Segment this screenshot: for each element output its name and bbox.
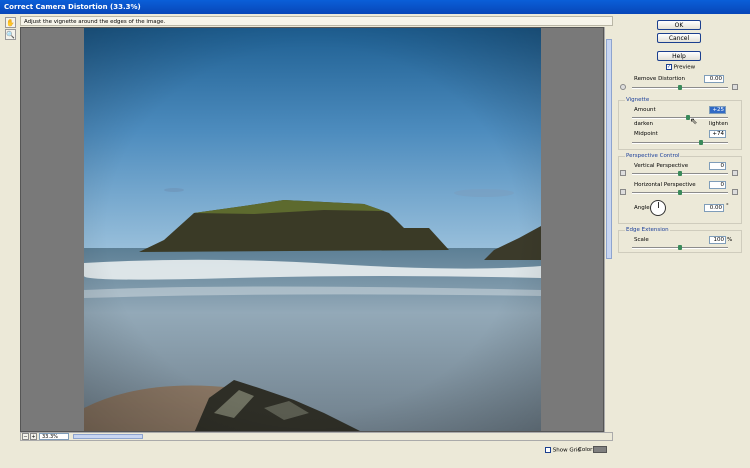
pincushion-icon: [620, 84, 626, 90]
horizontal-perspective-knob[interactable]: [678, 190, 682, 195]
grid-color-label: Color:: [578, 447, 595, 453]
scale-unit: %: [727, 237, 733, 243]
horizontal-perspective-left-icon: [620, 189, 626, 195]
vignette-lighten-label: lighten: [709, 121, 729, 127]
preview-image: [84, 28, 541, 431]
vertical-scroll-thumb[interactable]: [606, 39, 612, 259]
window-title: Correct Camera Distortion (33.3%): [4, 3, 141, 11]
vignette-darken-label: darken: [634, 121, 653, 127]
zoom-select[interactable]: 33.3%: [39, 433, 69, 440]
vignette-amount-field[interactable]: +25: [709, 106, 726, 114]
preview-canvas[interactable]: [20, 27, 604, 432]
ok-button[interactable]: OK: [657, 20, 701, 30]
remove-distortion-label: Remove Distortion: [634, 76, 686, 82]
zoom-bar: − + 33.3%: [20, 432, 613, 441]
zoom-out-button[interactable]: −: [22, 433, 29, 440]
vertical-scrollbar[interactable]: [604, 27, 613, 432]
angle-label: Angle:: [634, 205, 652, 211]
horizontal-perspective-label: Horizontal Perspective: [634, 182, 696, 188]
show-grid-checkbox[interactable]: [545, 447, 551, 453]
vertical-perspective-right-icon: [732, 170, 738, 176]
grid-color-swatch[interactable]: [593, 446, 607, 453]
cancel-button[interactable]: Cancel: [657, 33, 701, 43]
vignette-midpoint-knob[interactable]: [699, 140, 703, 145]
seascape-photo: [84, 28, 541, 431]
perspective-title: Perspective Control: [625, 153, 681, 159]
vignette-midpoint-field[interactable]: +74: [709, 130, 726, 138]
remove-distortion-knob[interactable]: [678, 85, 682, 90]
vertical-perspective-knob[interactable]: [678, 171, 682, 176]
help-button[interactable]: Help: [657, 51, 701, 61]
vertical-perspective-label: Vertical Perspective: [634, 163, 689, 169]
preview-option[interactable]: ✓ Preview: [666, 64, 695, 71]
preview-label: Preview: [673, 64, 696, 71]
vertical-perspective-field[interactable]: 0: [709, 162, 726, 170]
angle-unit: °: [726, 203, 729, 209]
show-grid-option[interactable]: Show Grid: [545, 447, 581, 454]
title-bar: Correct Camera Distortion (33.3%): [0, 0, 750, 14]
vignette-midpoint-slider[interactable]: [632, 142, 728, 144]
preview-checkbox[interactable]: ✓: [666, 64, 672, 70]
vignette-amount-slider[interactable]: [632, 117, 728, 119]
angle-field[interactable]: 0.00: [704, 204, 724, 212]
edge-extension-title: Edge Extension: [625, 227, 670, 233]
vignette-title: Vignette: [625, 97, 651, 103]
barrel-icon: [732, 84, 738, 90]
hand-icon[interactable]: ✋: [5, 17, 16, 28]
vertical-perspective-left-icon: [620, 170, 626, 176]
vignette-amount-label: Amount: [634, 107, 656, 113]
scale-label: Scale: [634, 237, 649, 243]
hint-bar: Adjust the vignette around the edges of …: [20, 16, 613, 26]
horizontal-perspective-field[interactable]: 0: [709, 181, 726, 189]
vignette-midpoint-label: Midpoint: [634, 131, 658, 137]
horizontal-perspective-right-icon: [732, 189, 738, 195]
pointer-cursor-icon: ⇖: [690, 117, 698, 127]
angle-dial[interactable]: [650, 200, 666, 216]
zoom-in-button[interactable]: +: [30, 433, 37, 440]
show-grid-label: Show Grid: [552, 447, 581, 454]
remove-distortion-field[interactable]: 0.00: [704, 75, 724, 83]
horizontal-scroll-thumb[interactable]: [73, 434, 143, 439]
scale-knob[interactable]: [678, 245, 682, 250]
zoom-icon[interactable]: 🔍: [5, 29, 16, 40]
scale-field[interactable]: 100: [709, 236, 726, 244]
